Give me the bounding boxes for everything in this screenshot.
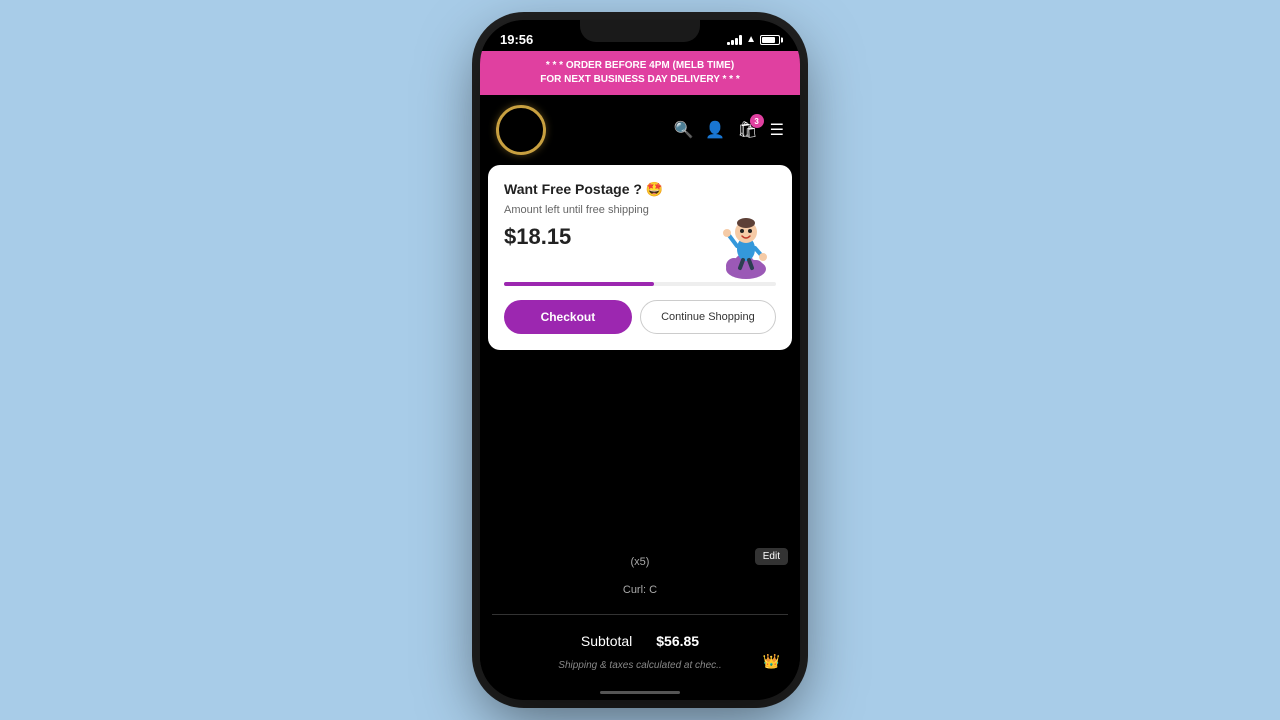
modal-subtitle: Amount left until free shipping: [504, 204, 649, 216]
subtotal-label: Subtotal: [581, 633, 632, 649]
phone-screen: 19:56 ▲ * * * ORDER BEFORE 4PM (MELB TIM…: [480, 20, 800, 700]
crown-icon: 👑: [763, 653, 780, 670]
modal-title: Want Free Postage ? 🤩: [504, 181, 776, 198]
status-time: 19:56: [500, 32, 533, 47]
battery-icon: [760, 35, 780, 45]
search-button[interactable]: 🔍: [674, 120, 694, 140]
subtotal-row: Subtotal $56.85: [492, 621, 788, 655]
bottom-bar: [480, 685, 800, 700]
status-icons: ▲: [727, 34, 780, 45]
cart-badge: 3: [750, 114, 764, 128]
menu-button[interactable]: ☰: [770, 120, 784, 140]
character-illustration: [716, 204, 776, 274]
checkout-button[interactable]: Checkout: [504, 300, 632, 334]
modal-buttons: Checkout Continue Shopping: [504, 300, 776, 334]
continue-shopping-button[interactable]: Continue Shopping: [640, 300, 776, 334]
status-bar: 19:56 ▲: [480, 20, 800, 51]
free-shipping-amount: $18.15: [504, 224, 649, 250]
free-shipping-row: Amount left until free shipping $18.15: [504, 204, 776, 274]
progress-bar-fill: [504, 282, 654, 286]
promo-banner: * * * ORDER BEFORE 4PM (MELB TIME) FOR N…: [480, 51, 800, 95]
cart-item-qty: (x5): [492, 548, 788, 576]
header: 🔍 👤 🛍 3 ☰: [480, 95, 800, 165]
cart-button[interactable]: 🛍 3: [737, 120, 757, 140]
main-content: Want Free Postage ? 🤩 Amount left until …: [480, 165, 800, 685]
banner-line1: * * * ORDER BEFORE 4PM (MELB TIME): [492, 59, 788, 73]
progress-bar: [504, 282, 776, 286]
edit-button[interactable]: Edit: [755, 548, 788, 565]
account-button[interactable]: 👤: [705, 120, 725, 140]
wifi-icon: ▲: [746, 34, 756, 45]
signal-icon: [727, 35, 742, 45]
banner-line2: FOR NEXT BUSINESS DAY DELIVERY * * *: [492, 73, 788, 87]
cart-item-detail: Curl: C: [492, 576, 788, 604]
shipping-note: Shipping & taxes calculated at chec..: [558, 660, 721, 671]
divider: [492, 614, 788, 615]
home-indicator: [600, 691, 680, 694]
free-postage-modal: Want Free Postage ? 🤩 Amount left until …: [488, 165, 792, 350]
logo: [496, 105, 546, 155]
phone-frame: 19:56 ▲ * * * ORDER BEFORE 4PM (MELB TIM…: [480, 20, 800, 700]
header-icons: 🔍 👤 🛍 3 ☰: [674, 120, 785, 140]
subtotal-amount: $56.85: [656, 633, 699, 649]
cart-content: (x5) Curl: C Edit Subtotal $56.85 Shippi…: [480, 544, 800, 685]
